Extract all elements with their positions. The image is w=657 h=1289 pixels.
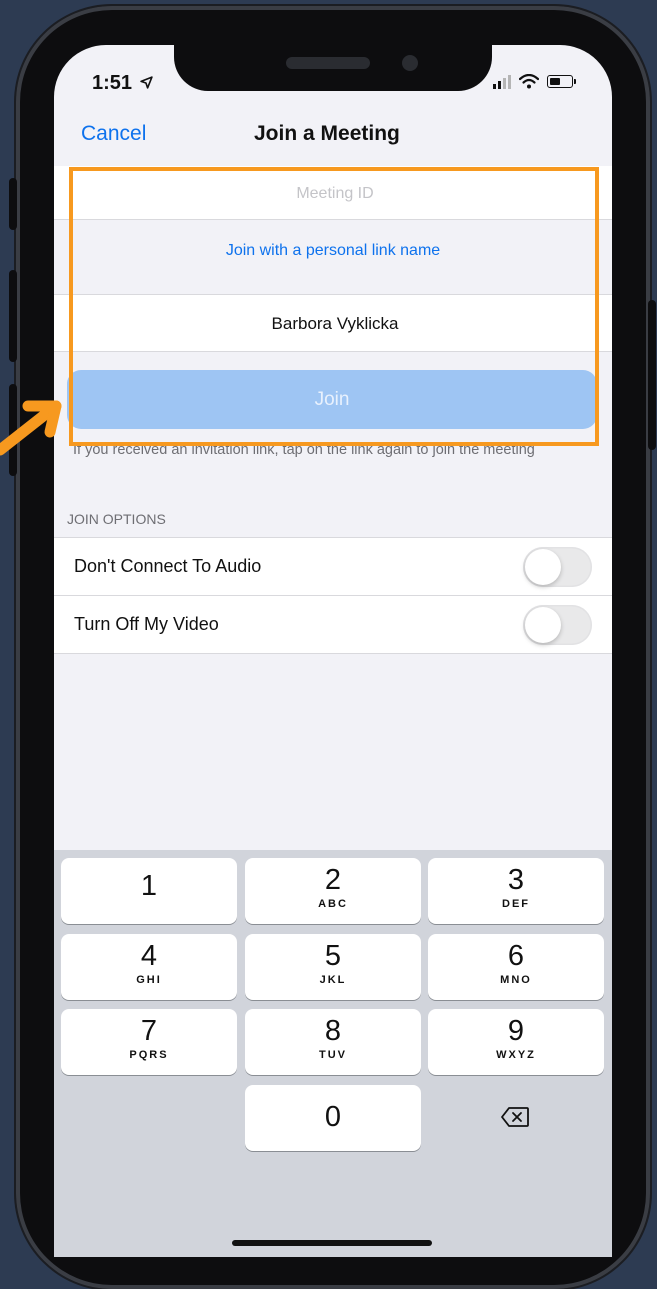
audio-toggle[interactable] bbox=[523, 547, 592, 587]
backspace-icon bbox=[501, 1107, 529, 1127]
toggle-knob bbox=[525, 549, 561, 585]
key-digit: 9 bbox=[507, 1015, 525, 1047]
speaker bbox=[286, 57, 370, 69]
key-1[interactable]: 1 bbox=[61, 858, 237, 924]
option-label-video: Turn Off My Video bbox=[74, 614, 219, 634]
key-3[interactable]: 3 DEF bbox=[428, 858, 604, 924]
key-9[interactable]: 9 WXYZ bbox=[428, 1009, 604, 1075]
silent-switch bbox=[9, 178, 17, 230]
page-title: Join a Meeting bbox=[254, 122, 400, 145]
join-button[interactable]: Join bbox=[67, 370, 597, 429]
join-hint-text: If you received an invitation link, tap … bbox=[73, 442, 535, 458]
key-letters: JKL bbox=[319, 974, 347, 986]
key-letters: PQRS bbox=[129, 1049, 169, 1061]
front-camera bbox=[402, 55, 418, 71]
video-toggle[interactable] bbox=[523, 605, 592, 645]
option-row-audio: Don't Connect To Audio bbox=[54, 537, 612, 595]
meeting-id-row bbox=[54, 166, 616, 221]
volume-up-button bbox=[9, 270, 17, 362]
notch bbox=[174, 45, 492, 91]
key-letters: GHI bbox=[136, 974, 162, 986]
key-digit: 3 bbox=[507, 864, 525, 896]
toggle-knob bbox=[525, 607, 561, 643]
key-5[interactable]: 5 JKL bbox=[245, 934, 421, 1000]
key-digit: 7 bbox=[140, 1015, 158, 1047]
key-digit: 8 bbox=[324, 1015, 342, 1047]
battery-icon bbox=[547, 75, 576, 88]
key-letters: WXYZ bbox=[496, 1049, 536, 1061]
home-indicator bbox=[232, 1240, 432, 1246]
key-0[interactable]: 0 bbox=[245, 1085, 421, 1151]
name-row bbox=[54, 294, 616, 353]
option-label-audio: Don't Connect To Audio bbox=[74, 556, 262, 576]
key-7[interactable]: 7 PQRS bbox=[61, 1009, 237, 1075]
key-digit: 0 bbox=[324, 1101, 342, 1133]
key-letters: TUV bbox=[319, 1049, 347, 1061]
key-2[interactable]: 2 ABC bbox=[245, 858, 421, 924]
key-8[interactable]: 8 TUV bbox=[245, 1009, 421, 1075]
key-digit: 4 bbox=[140, 940, 158, 972]
join-options-label: JOIN OPTIONS bbox=[67, 511, 166, 527]
key-digit: 6 bbox=[507, 940, 525, 972]
status-time-text: 1:51 bbox=[92, 72, 133, 94]
key-digit: 1 bbox=[140, 870, 158, 902]
wifi-icon bbox=[519, 74, 539, 89]
arrow-pointer-icon bbox=[0, 400, 62, 456]
key-4[interactable]: 4 GHI bbox=[61, 934, 237, 1000]
power-button bbox=[648, 300, 656, 450]
status-time: 1:51 bbox=[92, 72, 153, 95]
display-name-input[interactable] bbox=[54, 295, 616, 353]
personal-link-button[interactable]: Join with a personal link name bbox=[54, 220, 612, 292]
key-6[interactable]: 6 MNO bbox=[428, 934, 604, 1000]
cancel-button[interactable]: Cancel bbox=[81, 122, 146, 146]
status-icons bbox=[493, 74, 576, 89]
delete-key[interactable] bbox=[427, 1084, 603, 1150]
key-digit: 2 bbox=[324, 864, 342, 896]
key-letters: ABC bbox=[318, 898, 348, 910]
option-row-video: Turn Off My Video bbox=[54, 595, 612, 654]
key-digit: 5 bbox=[324, 940, 342, 972]
location-arrow-icon bbox=[139, 76, 153, 89]
signal-icon bbox=[493, 74, 511, 89]
key-letters: MNO bbox=[500, 974, 532, 986]
meeting-id-input[interactable] bbox=[54, 166, 616, 221]
key-letters: DEF bbox=[502, 898, 530, 910]
